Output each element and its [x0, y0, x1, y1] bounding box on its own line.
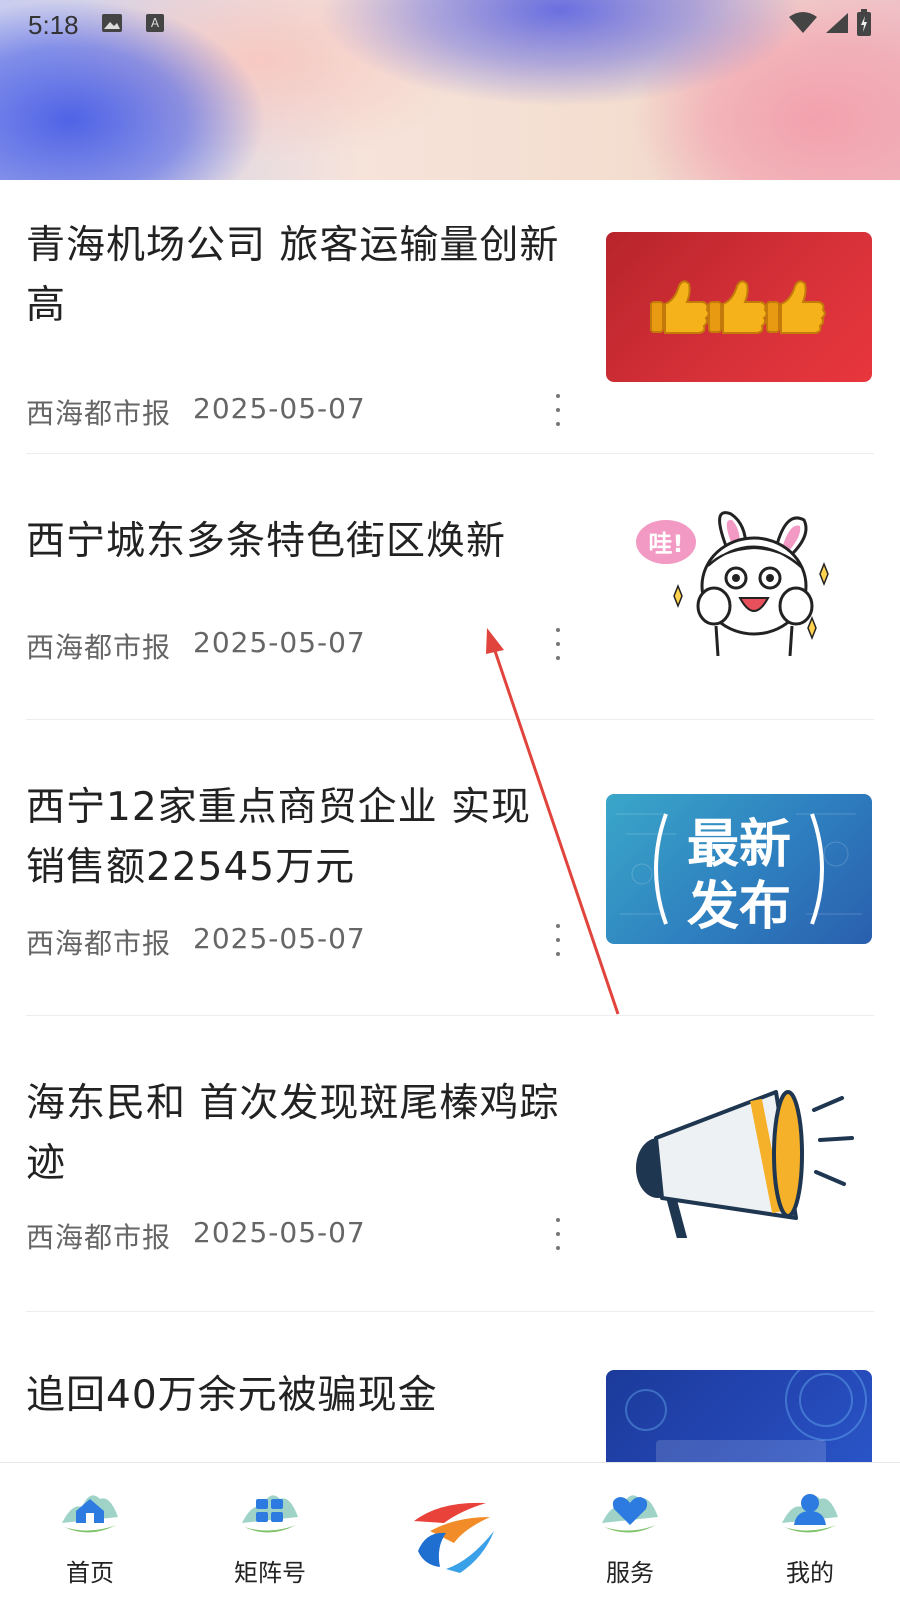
nav-label: 矩阵号	[234, 1559, 306, 1587]
news-item[interactable]: 西宁城东多条特色街区焕新 西海都市报 2025-05-07 哇!	[26, 454, 874, 720]
news-item[interactable]: 青海机场公司 旅客运输量创新高 西海都市报 2025-05-07	[26, 214, 874, 454]
news-date: 2025-05-07	[193, 626, 366, 659]
status-bar: 5:18 A	[0, 0, 900, 50]
news-item[interactable]: 追回40万余元被骗现金	[26, 1312, 874, 1472]
svg-text:A: A	[151, 16, 160, 30]
news-title[interactable]: 追回40万余元被骗现金	[26, 1366, 566, 1426]
nav-item-center-logo[interactable]	[390, 1463, 510, 1600]
more-options-icon[interactable]	[546, 920, 570, 960]
nav-item-service[interactable]: 服务	[570, 1463, 690, 1600]
nav-item-matrix[interactable]: 矩阵号	[210, 1463, 330, 1600]
status-right-icons	[788, 9, 872, 41]
news-meta: 西海都市报 2025-05-07	[26, 626, 366, 666]
more-options-icon[interactable]	[546, 624, 570, 664]
news-date: 2025-05-07	[193, 922, 366, 955]
nav-label: 我的	[786, 1559, 834, 1587]
news-source: 西海都市报	[26, 397, 172, 430]
nav-item-profile[interactable]: 我的	[750, 1463, 870, 1600]
home-icon	[62, 1495, 118, 1533]
more-options-icon[interactable]	[546, 390, 570, 430]
news-title[interactable]: 西宁12家重点商贸企业 实现销售额22545万元	[26, 778, 566, 898]
news-title[interactable]: 西宁城东多条特色街区焕新	[26, 512, 566, 572]
news-title[interactable]: 海东民和 首次发现斑尾榛鸡踪迹	[26, 1074, 566, 1194]
signal-icon	[824, 11, 850, 39]
news-source: 西海都市报	[26, 1221, 172, 1254]
cartoon-bunny-thumbnail[interactable]: 哇!	[606, 506, 872, 656]
bubble-text: 哇!	[649, 530, 684, 558]
nav-label: 服务	[606, 1559, 654, 1587]
heart-service-icon	[602, 1495, 658, 1533]
battery-icon	[856, 9, 872, 41]
thumb-text-latest: 最新	[687, 815, 791, 875]
user-profile-icon	[782, 1494, 838, 1533]
header-banner: 5:18 A	[0, 0, 900, 180]
app-logo-icon	[414, 1502, 494, 1573]
megaphone-thumbnail[interactable]	[606, 1088, 872, 1238]
wifi-icon	[788, 11, 818, 39]
news-source: 西海都市报	[26, 927, 172, 960]
keyboard-notification-icon: A	[145, 13, 165, 37]
news-item[interactable]: 西宁12家重点商贸企业 实现销售额22545万元 西海都市报 2025-05-0…	[26, 720, 874, 1016]
nav-item-home[interactable]: 首页	[30, 1463, 150, 1600]
news-source: 西海都市报	[26, 631, 172, 664]
matrix-icon	[242, 1495, 298, 1533]
blue-banner-thumbnail[interactable]	[606, 1370, 872, 1470]
status-time: 5:18	[28, 9, 79, 40]
more-options-icon[interactable]	[546, 1214, 570, 1254]
thumbs-up-thumbnail[interactable]	[606, 232, 872, 382]
news-meta: 西海都市报 2025-05-07	[26, 922, 366, 962]
thumb-text-release: 发布	[687, 877, 791, 937]
news-title[interactable]: 青海机场公司 旅客运输量创新高	[26, 216, 566, 336]
news-meta: 西海都市报 2025-05-07	[26, 392, 366, 432]
latest-release-thumbnail[interactable]: 最新 发布	[606, 794, 872, 944]
image-notification-icon	[101, 13, 123, 37]
news-date: 2025-05-07	[193, 392, 366, 425]
news-item[interactable]: 海东民和 首次发现斑尾榛鸡踪迹 西海都市报 2025-05-07	[26, 1016, 874, 1312]
news-meta: 西海都市报 2025-05-07	[26, 1216, 366, 1256]
nav-label: 首页	[66, 1559, 114, 1587]
news-date: 2025-05-07	[193, 1216, 366, 1249]
bottom-nav: 首页 矩阵号 服务 我的	[0, 1462, 900, 1600]
